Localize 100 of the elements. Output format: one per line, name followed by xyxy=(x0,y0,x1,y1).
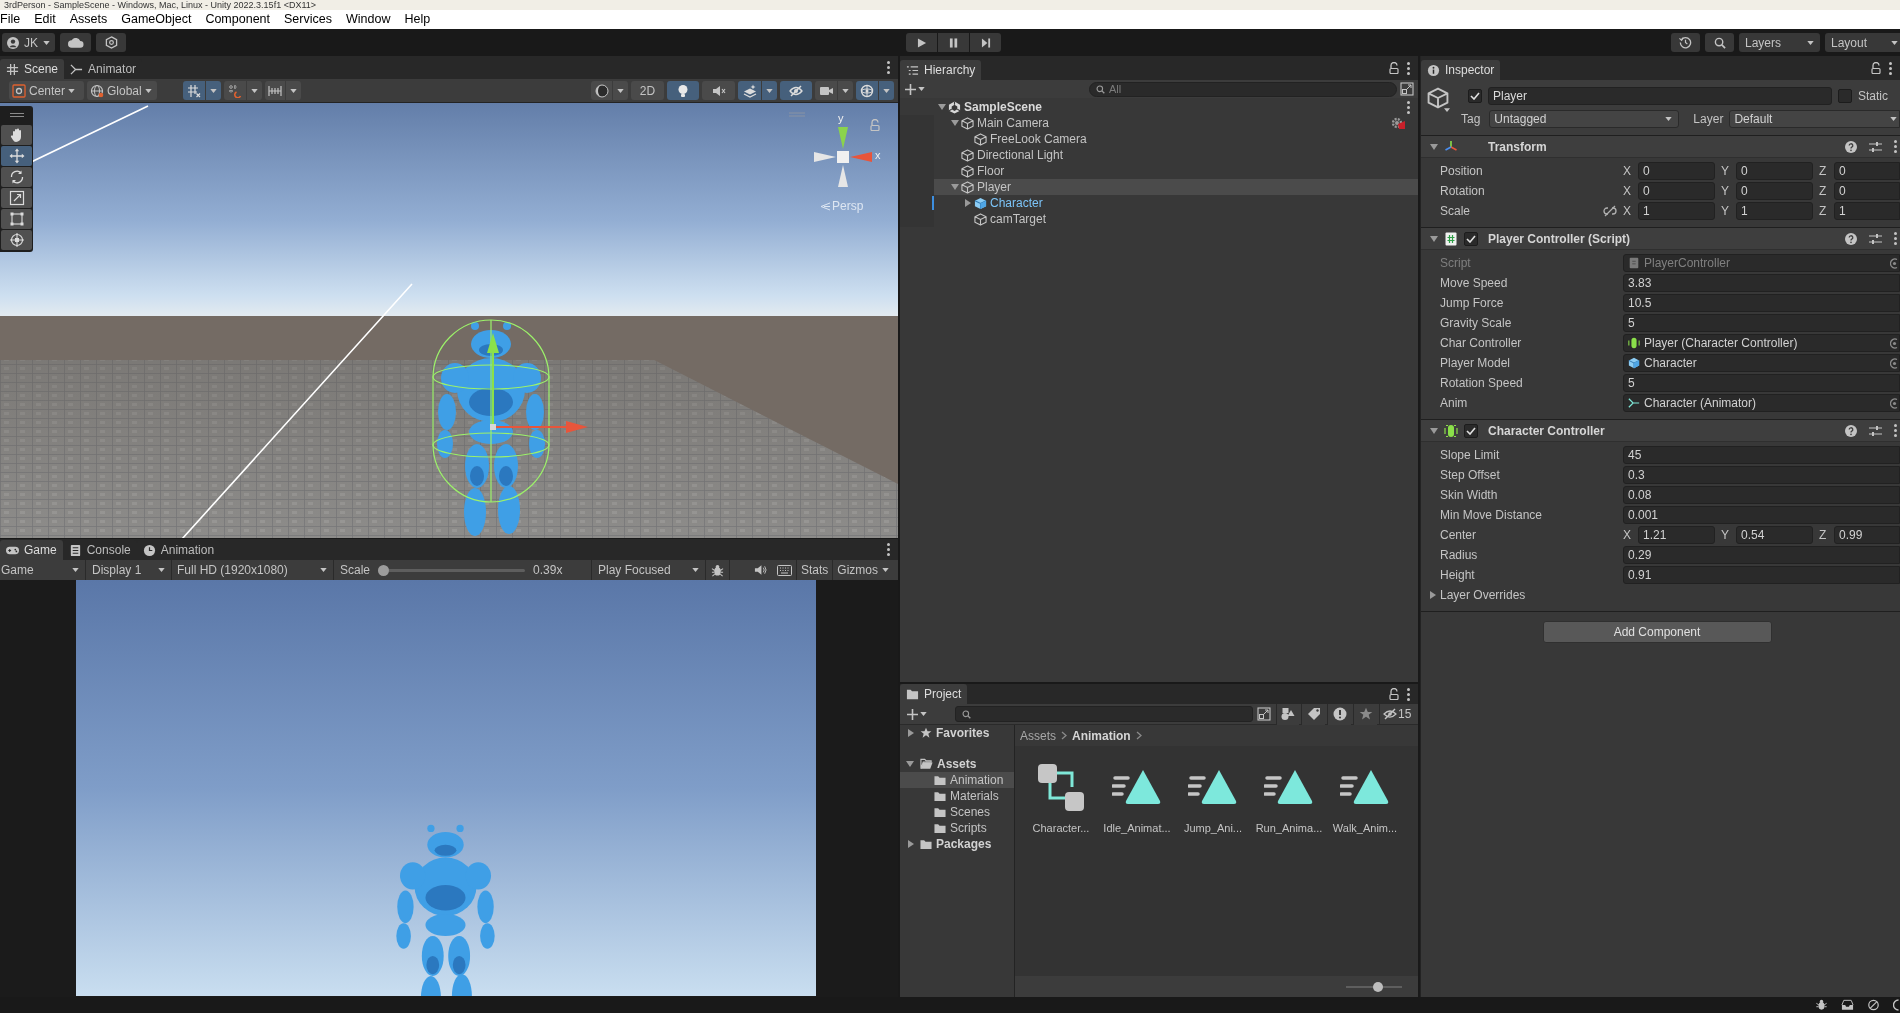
kebab-menu-icon[interactable] xyxy=(1407,61,1410,75)
number-field[interactable]: 0.29 xyxy=(1623,546,1900,564)
lock-icon[interactable] xyxy=(1389,62,1399,74)
toggle-button[interactable] xyxy=(856,81,878,100)
breadcrumb-link[interactable]: Animation xyxy=(1072,726,1131,745)
scale-slider[interactable] xyxy=(378,564,526,576)
pause-button[interactable] xyxy=(938,33,969,52)
foldout-arrow-icon[interactable] xyxy=(908,840,914,848)
dropdown-button[interactable] xyxy=(762,81,777,100)
menu-item[interactable]: Edit xyxy=(27,10,63,29)
kebab-menu-icon[interactable] xyxy=(1894,232,1897,245)
type-filter-button[interactable] xyxy=(1276,703,1299,725)
drag-handle-icon[interactable] xyxy=(8,112,25,118)
favorites-filter-button[interactable] xyxy=(1353,703,1377,725)
object-picker-icon[interactable] xyxy=(1890,397,1899,409)
toggle-button[interactable] xyxy=(738,81,761,100)
icon-size-slider[interactable] xyxy=(1346,981,1402,992)
object-picker-icon[interactable] xyxy=(1890,337,1899,349)
number-field[interactable]: 1.21 xyxy=(1638,526,1715,544)
account-dropdown[interactable]: JK xyxy=(2,33,55,52)
tool-button[interactable] xyxy=(1,188,32,208)
number-field[interactable]: 5 xyxy=(1623,314,1900,332)
toggle-button[interactable] xyxy=(265,81,285,100)
help-icon[interactable] xyxy=(1845,232,1857,245)
foldout-arrow-icon[interactable] xyxy=(938,104,946,110)
number-field[interactable]: 5 xyxy=(1623,374,1900,392)
foldout-arrow-icon[interactable] xyxy=(906,761,914,767)
enabled-checkbox[interactable] xyxy=(1464,231,1478,246)
project-tree-item[interactable]: Assets xyxy=(900,756,1014,772)
asset-item[interactable]: Idle_Animat... xyxy=(1099,762,1175,835)
number-field[interactable]: 45 xyxy=(1623,446,1900,464)
tag-dropdown[interactable]: Untagged xyxy=(1489,110,1680,128)
object-field[interactable]: Character xyxy=(1623,354,1900,372)
toggle-button[interactable] xyxy=(667,81,699,100)
project-tree-item[interactable]: Scripts xyxy=(900,820,1014,836)
kebab-menu-icon[interactable] xyxy=(1407,687,1410,701)
asset-item[interactable]: Character... xyxy=(1023,762,1099,835)
toggle-button[interactable] xyxy=(591,81,612,100)
search-button[interactable] xyxy=(1705,33,1734,52)
toggle-button[interactable] xyxy=(183,81,205,100)
hierarchy-item[interactable]: Floor xyxy=(900,163,1418,179)
object-picker-icon[interactable] xyxy=(1890,357,1899,369)
presets-icon[interactable] xyxy=(1869,232,1882,245)
dropdown-button[interactable] xyxy=(247,81,262,100)
dropdown-button[interactable] xyxy=(206,81,221,100)
foldout-arrow-icon[interactable] xyxy=(1430,235,1438,242)
hierarchy-item[interactable]: camTarget xyxy=(900,211,1418,227)
history-button[interactable] xyxy=(1671,33,1700,52)
toggle-button[interactable] xyxy=(224,81,246,100)
enabled-checkbox[interactable] xyxy=(1464,423,1478,438)
space-dropdown[interactable]: Global xyxy=(87,81,157,100)
add-component-button[interactable]: Add Component xyxy=(1542,621,1772,643)
menu-item[interactable]: Help xyxy=(397,10,438,29)
menu-item[interactable]: Services xyxy=(277,10,339,29)
active-checkbox[interactable] xyxy=(1468,89,1482,103)
number-field[interactable]: 0 xyxy=(1736,182,1813,200)
bug-icon[interactable] xyxy=(1815,999,1828,1011)
number-field[interactable]: 0 xyxy=(1638,182,1715,200)
kebab-menu-icon[interactable] xyxy=(887,61,890,74)
foldout[interactable]: Layer Overrides xyxy=(1430,586,1526,604)
hierarchy-item[interactable]: Character xyxy=(900,195,1418,211)
layer-dropdown[interactable]: Default xyxy=(1729,110,1900,128)
gizmos-dropdown[interactable]: Gizmos xyxy=(833,560,892,580)
number-field[interactable]: 0.001 xyxy=(1623,506,1900,524)
orientation-gizmo[interactable] xyxy=(814,125,874,189)
number-field[interactable]: 0.91 xyxy=(1623,566,1900,584)
kebab-menu-icon[interactable] xyxy=(887,543,890,556)
arc-icon[interactable] xyxy=(1893,999,1899,1011)
broken-link-icon[interactable] xyxy=(1603,205,1617,217)
number-field[interactable]: 0 xyxy=(1834,182,1900,200)
dropdown-button[interactable] xyxy=(879,81,894,100)
static-checkbox[interactable] xyxy=(1838,89,1852,103)
object-field[interactable]: Player (Character Controller) xyxy=(1623,334,1900,352)
object-field[interactable]: Character (Animator) xyxy=(1623,394,1900,412)
number-field[interactable]: 1 xyxy=(1638,202,1715,220)
toggle-button[interactable]: 2D xyxy=(631,81,664,100)
layers-dropdown[interactable]: Layers xyxy=(1739,33,1820,52)
hierarchy-item[interactable]: Main Camera xyxy=(900,115,1418,131)
number-field[interactable]: 3.83 xyxy=(1623,274,1900,292)
dropdown-button[interactable] xyxy=(286,81,301,100)
tray-icon[interactable] xyxy=(1841,999,1854,1011)
hierarchy-item[interactable]: SampleScene xyxy=(900,99,1418,115)
foldout-arrow-icon[interactable] xyxy=(1430,427,1438,434)
help-icon[interactable] xyxy=(1845,424,1857,437)
project-tree-item[interactable]: Packages xyxy=(900,836,1014,852)
tool-button[interactable] xyxy=(1,146,32,166)
presets-icon[interactable] xyxy=(1869,140,1882,153)
foldout-arrow-icon[interactable] xyxy=(951,120,959,126)
dropdown-button[interactable] xyxy=(613,81,628,100)
menu-item[interactable]: Component xyxy=(198,10,277,29)
lock-icon[interactable] xyxy=(1389,688,1399,700)
project-tree-item[interactable]: Favorites xyxy=(900,725,1014,741)
panel-tab[interactable]: Game xyxy=(0,540,63,560)
menu-item[interactable]: Assets xyxy=(62,10,115,29)
foldout-arrow-icon[interactable] xyxy=(1430,591,1436,599)
dropdown-button[interactable] xyxy=(838,81,853,100)
menu-item[interactable]: File xyxy=(0,10,28,29)
toggle-button[interactable] xyxy=(780,81,812,100)
panel-tab[interactable]: Project xyxy=(900,684,968,704)
number-field[interactable]: 0.54 xyxy=(1736,526,1813,544)
